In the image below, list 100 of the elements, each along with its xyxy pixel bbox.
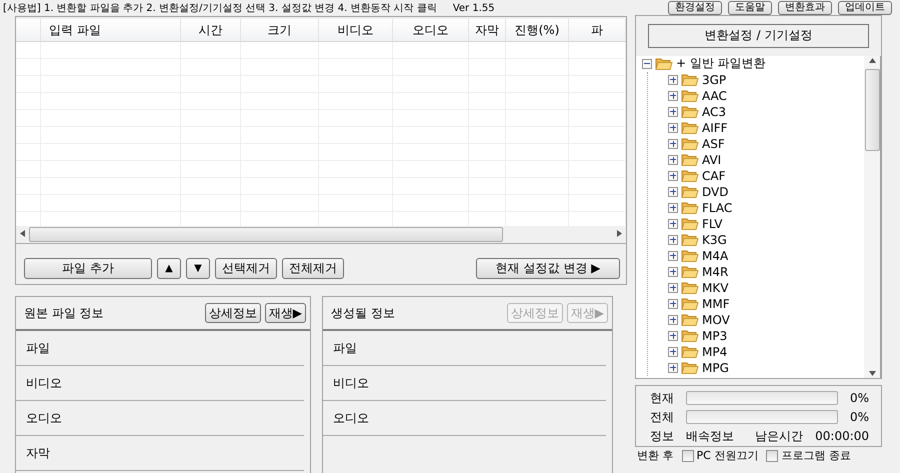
toolbar-button[interactable]: 변환효과 bbox=[778, 1, 832, 15]
column-header[interactable]: 자막 bbox=[469, 19, 506, 41]
folder-icon bbox=[681, 201, 699, 214]
expand-icon[interactable] bbox=[668, 282, 678, 293]
tree-label: K3G bbox=[702, 232, 727, 247]
tree-label: MKV bbox=[702, 280, 728, 295]
move-button[interactable]: ▼ bbox=[186, 258, 210, 279]
toolbar-button[interactable]: 업데이트 bbox=[838, 1, 892, 15]
toolbar-button[interactable]: 도움말 bbox=[728, 1, 772, 15]
tree-item[interactable]: MP4 bbox=[668, 344, 864, 360]
settings-header-button[interactable]: 변환설정 / 기기설정 bbox=[648, 24, 870, 48]
tree-label: AAC bbox=[702, 88, 727, 103]
scroll-down-icon[interactable] bbox=[868, 369, 876, 378]
column-header[interactable]: 시간 bbox=[181, 19, 241, 41]
action-button[interactable]: 현재 설정값 변경 ▶ bbox=[476, 258, 620, 279]
column-header[interactable]: 크기 bbox=[241, 19, 319, 41]
tree-item[interactable]: MPG bbox=[668, 360, 864, 376]
tree-item[interactable]: AIFF bbox=[668, 120, 864, 136]
folder-icon bbox=[681, 89, 699, 102]
scroll-thumb[interactable] bbox=[29, 227, 503, 242]
tree-item[interactable]: MMF bbox=[668, 296, 864, 312]
tree-item[interactable]: DVD bbox=[668, 184, 864, 200]
folder-icon bbox=[681, 105, 699, 118]
expand-icon[interactable] bbox=[668, 106, 678, 117]
expand-icon[interactable] bbox=[668, 138, 678, 149]
tree-item[interactable]: ASF bbox=[668, 136, 864, 152]
column-header[interactable]: 오디오 bbox=[393, 19, 469, 41]
info-row-label: 비디오 bbox=[16, 366, 304, 401]
expand-icon[interactable] bbox=[668, 330, 678, 341]
tree-item[interactable]: AC3 bbox=[668, 104, 864, 120]
scroll-left-icon[interactable] bbox=[20, 230, 25, 239]
expand-icon[interactable] bbox=[668, 154, 678, 165]
expand-icon[interactable] bbox=[668, 362, 678, 373]
expand-icon[interactable] bbox=[668, 202, 678, 213]
after-conversion-label: 변환 후 bbox=[637, 449, 674, 462]
folder-icon bbox=[681, 73, 699, 86]
progress-percent: 0% bbox=[850, 391, 870, 405]
tree-item[interactable]: MKV bbox=[668, 280, 864, 296]
expand-icon[interactable] bbox=[668, 298, 678, 309]
scroll-right-icon[interactable] bbox=[617, 230, 622, 239]
expand-icon[interactable] bbox=[668, 266, 678, 277]
column-header[interactable]: 진행(%) bbox=[506, 19, 569, 41]
tree-label: ASF bbox=[702, 136, 725, 151]
expand-icon[interactable] bbox=[668, 218, 678, 229]
tree-item[interactable]: 3GP bbox=[668, 72, 864, 88]
action-button[interactable]: 선택제거 bbox=[215, 258, 277, 279]
tree-label: DVD bbox=[702, 184, 728, 199]
column-header[interactable]: 비디오 bbox=[319, 19, 393, 41]
move-button[interactable]: ▲ bbox=[157, 258, 181, 279]
tree-item[interactable]: + 일반 파일변환 bbox=[642, 56, 864, 72]
expand-icon[interactable] bbox=[668, 170, 678, 181]
expand-icon[interactable] bbox=[668, 74, 678, 85]
collapse-icon[interactable] bbox=[642, 58, 652, 69]
checkbox-label: 프로그램 종료 bbox=[781, 449, 851, 462]
horizontal-scrollbar[interactable] bbox=[16, 226, 626, 243]
tree-item[interactable]: AVI bbox=[668, 152, 864, 168]
play-button[interactable]: 재생▶ bbox=[264, 303, 306, 323]
tree-label: AC3 bbox=[702, 104, 726, 119]
action-button[interactable]: 전체제거 bbox=[282, 258, 344, 279]
expand-icon[interactable] bbox=[668, 234, 678, 245]
info-row-label: 오디오 bbox=[16, 401, 304, 436]
checkbox[interactable] bbox=[766, 450, 778, 462]
expand-icon[interactable] bbox=[668, 314, 678, 325]
toolbar-button[interactable]: 환경설정 bbox=[668, 1, 722, 15]
scroll-up-icon[interactable] bbox=[868, 56, 876, 65]
folder-icon bbox=[681, 265, 699, 278]
tree-item[interactable]: FLV bbox=[668, 216, 864, 232]
column-header[interactable]: 입력 파일 bbox=[41, 19, 181, 41]
expand-icon[interactable] bbox=[668, 90, 678, 101]
speed-info: 배속정보 bbox=[686, 428, 734, 444]
tree-item[interactable]: CAF bbox=[668, 168, 864, 184]
tree-item[interactable]: M4A bbox=[668, 248, 864, 264]
expand-icon[interactable] bbox=[668, 186, 678, 197]
tree-item[interactable]: AAC bbox=[668, 88, 864, 104]
folder-icon bbox=[681, 297, 699, 310]
tree-item[interactable]: M4R bbox=[668, 264, 864, 280]
tree-label: MP4 bbox=[702, 344, 728, 359]
tree-label: M4A bbox=[702, 248, 728, 263]
tree-item[interactable]: FLAC bbox=[668, 200, 864, 216]
tree-label: FLV bbox=[702, 216, 722, 231]
tree-item[interactable]: MOV bbox=[668, 312, 864, 328]
expand-icon[interactable] bbox=[668, 250, 678, 261]
expand-icon[interactable] bbox=[668, 122, 678, 133]
remaining-time: 00:00:00 bbox=[815, 429, 870, 443]
tree-item[interactable]: MP3 bbox=[668, 328, 864, 344]
vertical-scrollbar[interactable] bbox=[864, 56, 880, 378]
folder-icon bbox=[681, 137, 699, 150]
column-header[interactable]: 파 bbox=[569, 19, 626, 41]
scroll-thumb[interactable] bbox=[864, 68, 880, 151]
panel-title: 생성될 정보 bbox=[331, 304, 395, 322]
checkbox[interactable] bbox=[682, 450, 694, 462]
action-button[interactable]: 파일 추가 bbox=[24, 258, 152, 279]
version-label: Ver 1.55 bbox=[452, 2, 495, 14]
expand-icon[interactable] bbox=[668, 346, 678, 357]
tree-item[interactable]: K3G bbox=[668, 232, 864, 248]
checkbox-label: PC 전원끄기 bbox=[696, 449, 758, 462]
tree-label: MOV bbox=[702, 312, 730, 327]
folder-icon bbox=[681, 329, 699, 342]
tree-label: 3GP bbox=[702, 72, 726, 87]
details-button[interactable]: 상세정보 bbox=[204, 303, 261, 323]
